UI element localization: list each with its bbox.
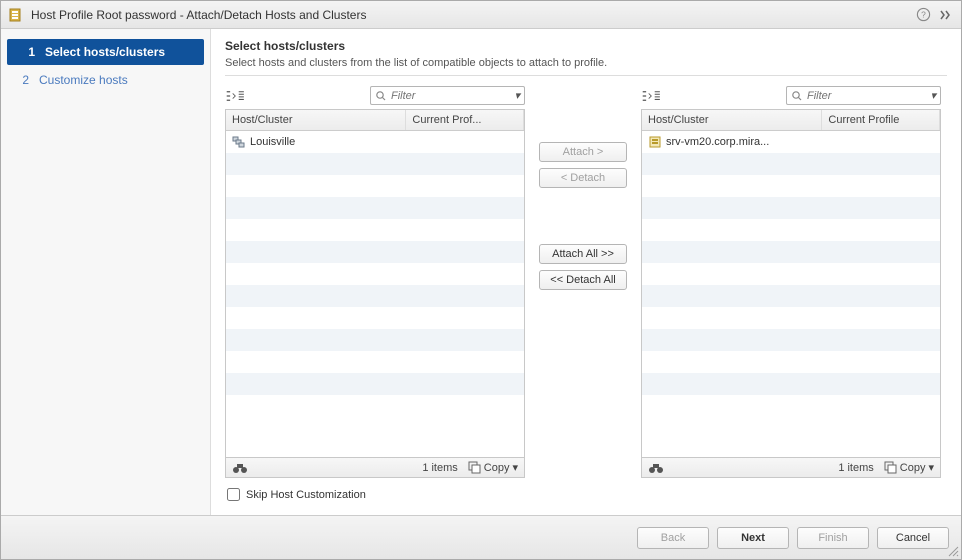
attached-toolbar: ▾ <box>641 86 941 105</box>
page-heading: Select hosts/clusters <box>225 39 947 53</box>
chevron-down-icon: ▾ <box>512 461 518 474</box>
skip-customization-label: Skip Host Customization <box>246 489 366 501</box>
title-bar: Host Profile Root password - Attach/Deta… <box>1 1 961 29</box>
step-select-hosts[interactable]: 1 Select hosts/clusters <box>7 39 204 65</box>
profile-cell <box>407 139 524 145</box>
available-table-body: Louisville <box>226 131 524 457</box>
attached-table-header: Host/Cluster Current Profile <box>642 110 940 131</box>
picker-row: ▾ Host/Cluster Current Prof... <box>225 86 947 478</box>
available-toolbar: ▾ <box>225 86 525 105</box>
page-subtitle: Select hosts and clusters from the list … <box>225 57 947 69</box>
attach-all-button[interactable]: Attach All >> <box>539 244 627 264</box>
binoculars-icon[interactable] <box>648 462 664 474</box>
col-host-cluster[interactable]: Host/Cluster <box>642 110 822 130</box>
binoculars-icon[interactable] <box>232 462 248 474</box>
resize-grip-icon[interactable] <box>947 545 959 557</box>
step-customize-hosts[interactable]: 2 Customize hosts <box>1 67 210 93</box>
available-filter[interactable]: ▾ <box>370 86 525 105</box>
attach-button[interactable]: Attach > <box>539 142 627 162</box>
row-name: srv-vm20.corp.mira... <box>666 136 769 148</box>
list-view-icon[interactable] <box>641 89 665 103</box>
copy-label: Copy <box>484 462 510 474</box>
dialog-body: 1 Select hosts/clusters 2 Customize host… <box>1 29 961 515</box>
detach-all-button[interactable]: << Detach All <box>539 270 627 290</box>
search-icon <box>375 90 387 102</box>
attached-footer: 1 items Copy ▾ <box>641 458 941 478</box>
copy-button[interactable]: Copy ▾ <box>884 461 934 474</box>
row-name: Louisville <box>250 136 295 148</box>
copy-button[interactable]: Copy ▾ <box>468 461 518 474</box>
step-number: 1 <box>19 45 35 59</box>
host-icon <box>648 135 662 149</box>
chevron-down-icon: ▾ <box>928 461 934 474</box>
step-number: 2 <box>13 73 29 87</box>
attached-table-body: srv-vm20.corp.mira... <box>642 131 940 457</box>
skip-customization-checkbox[interactable] <box>227 488 240 501</box>
attached-panel: ▾ Host/Cluster Current Profile <box>641 86 941 478</box>
available-filter-input[interactable] <box>391 90 510 102</box>
available-table-header: Host/Cluster Current Prof... <box>226 110 524 131</box>
attached-filter[interactable]: ▾ <box>786 86 941 105</box>
wizard-footer: Back Next Finish Cancel <box>1 515 961 559</box>
items-count: 1 items <box>422 462 457 474</box>
available-footer: 1 items Copy ▾ <box>225 458 525 478</box>
chevron-down-icon[interactable]: ▾ <box>930 89 936 102</box>
items-count: 1 items <box>838 462 873 474</box>
available-table: Host/Cluster Current Prof... Louisville <box>225 109 525 458</box>
host-cluster-cell: srv-vm20.corp.mira... <box>642 132 823 152</box>
finish-button[interactable]: Finish <box>797 527 869 549</box>
cluster-icon <box>232 135 246 149</box>
expand-icon[interactable] <box>937 7 953 23</box>
dialog-window: Host Profile Root password - Attach/Deta… <box>0 0 962 560</box>
next-button[interactable]: Next <box>717 527 789 549</box>
divider <box>225 75 947 76</box>
content-area: Select hosts/clusters Select hosts and c… <box>211 29 961 515</box>
list-view-icon[interactable] <box>225 89 249 103</box>
attached-table: Host/Cluster Current Profile srv-vm20.co… <box>641 109 941 458</box>
wizard-steps: 1 Select hosts/clusters 2 Customize host… <box>1 29 211 515</box>
host-cluster-cell: Louisville <box>226 132 407 152</box>
svg-text:?: ? <box>921 9 926 19</box>
attached-filter-input[interactable] <box>807 90 926 102</box>
step-label: Select hosts/clusters <box>45 45 165 59</box>
transfer-buttons: Attach > < Detach Attach All >> << Detac… <box>525 86 641 478</box>
table-row[interactable]: Louisville <box>226 131 524 153</box>
copy-label: Copy <box>900 462 926 474</box>
cancel-button[interactable]: Cancel <box>877 527 949 549</box>
skip-customization-row: Skip Host Customization <box>225 478 947 515</box>
available-panel: ▾ Host/Cluster Current Prof... <box>225 86 525 478</box>
window-title: Host Profile Root password - Attach/Deta… <box>31 8 909 22</box>
table-row[interactable]: srv-vm20.corp.mira... <box>642 131 940 153</box>
search-icon <box>791 90 803 102</box>
help-icon[interactable]: ? <box>915 7 931 23</box>
col-current-profile[interactable]: Current Prof... <box>406 110 524 130</box>
back-button[interactable]: Back <box>637 527 709 549</box>
step-label: Customize hosts <box>39 73 128 87</box>
host-profile-icon <box>9 7 25 23</box>
chevron-down-icon[interactable]: ▾ <box>514 89 520 102</box>
detach-button[interactable]: < Detach <box>539 168 627 188</box>
profile-cell <box>823 139 940 145</box>
col-host-cluster[interactable]: Host/Cluster <box>226 110 406 130</box>
col-current-profile[interactable]: Current Profile <box>822 110 940 130</box>
